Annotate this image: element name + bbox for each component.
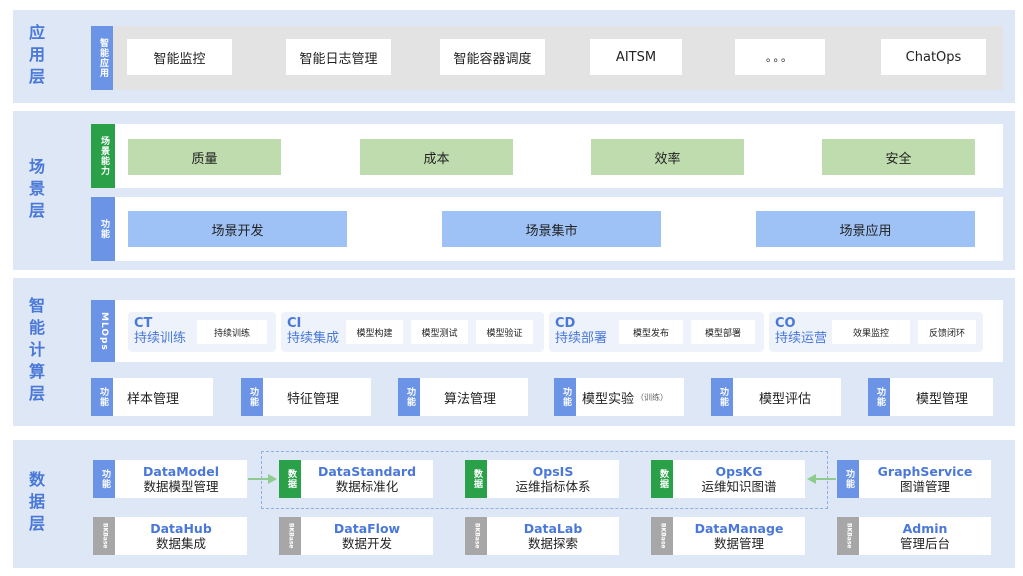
arrow-graphservice-to-opskg: [807, 474, 836, 484]
data-flow-arrows: [248, 474, 836, 484]
arrow-datamodel-to-datastandard: [248, 474, 277, 484]
